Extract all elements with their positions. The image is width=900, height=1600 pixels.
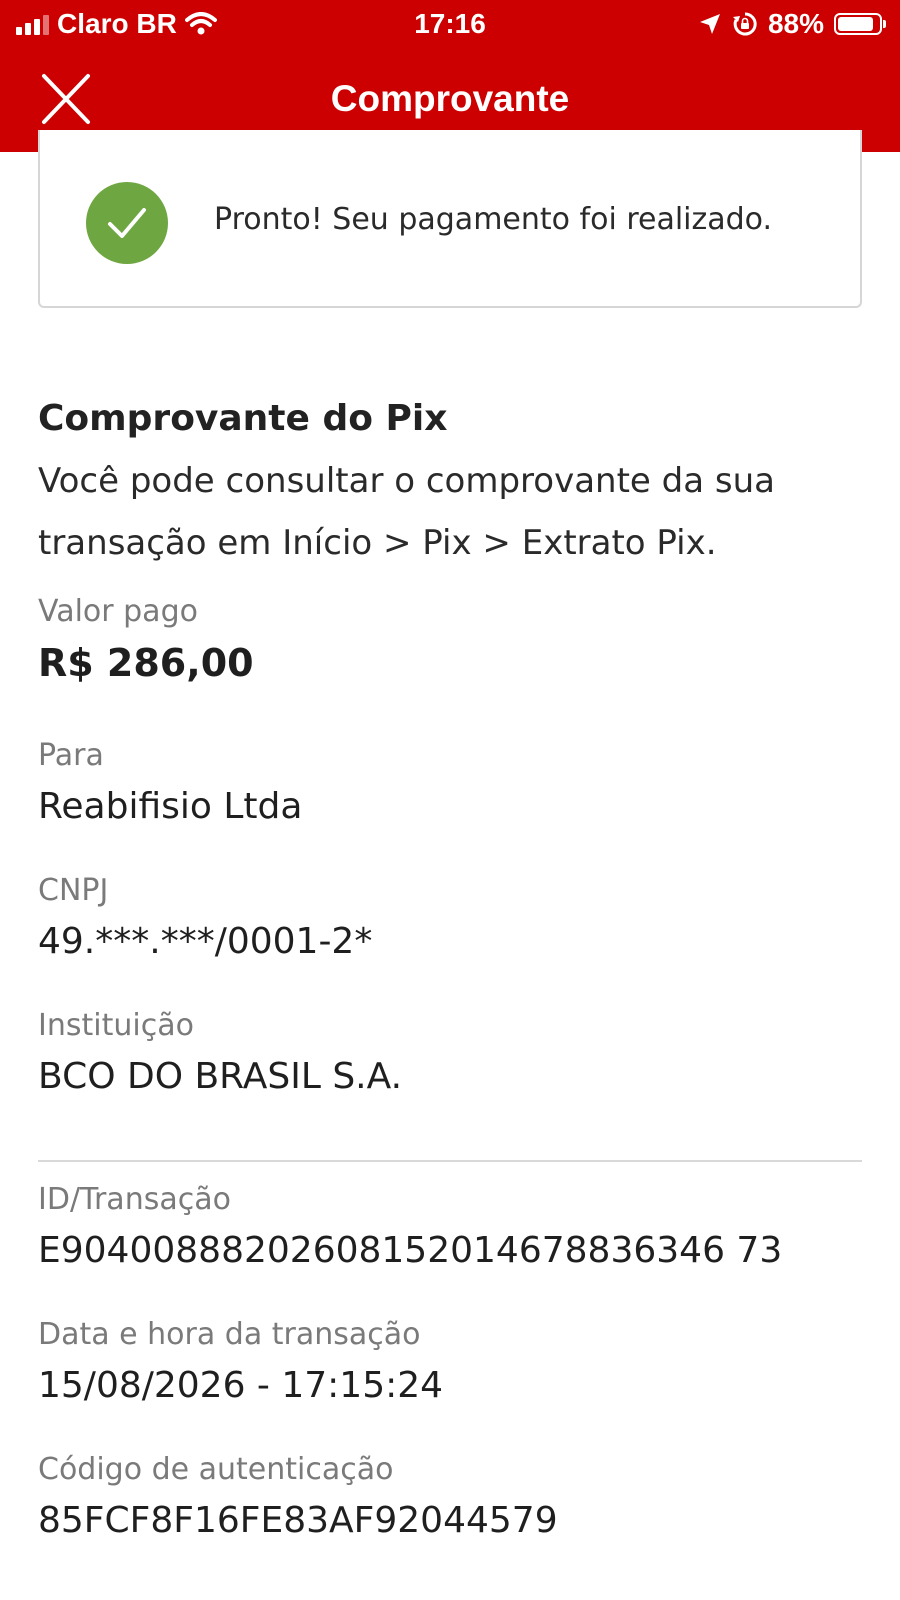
field-cnpj: CNPJ 49.***.***/0001-2*: [38, 871, 372, 967]
receipt-title: Comprovante do Pix: [38, 398, 448, 439]
success-message: Pronto! Seu pagamento foi realizado.: [214, 202, 773, 237]
field-codigo-autenticacao: Código de autenticação 85FCF8F16FE83AF92…: [38, 1450, 558, 1546]
battery-icon: [834, 13, 886, 35]
page-title: Comprovante: [330, 78, 570, 119]
divider: [38, 1160, 862, 1162]
field-valor-pago: Valor pago R$ 286,00: [38, 592, 254, 688]
field-label: ID/Transação: [38, 1182, 231, 1217]
field-label: Data e hora da transação: [38, 1317, 421, 1352]
amount-paid: R$ 286,00: [38, 641, 254, 685]
transaction-datetime: 15/08/2026 - 17:15:24: [38, 1365, 444, 1406]
transaction-id: E90400888202608152014678836346 73: [38, 1230, 783, 1271]
field-label: Valor pago: [38, 594, 198, 629]
field-instituicao: Instituição BCO DO BRASIL S.A.: [38, 1006, 402, 1102]
field-id-transacao: ID/Transação E90400888202608152014678836…: [38, 1180, 782, 1276]
authentication-code: 85FCF8F16FE83AF92044579: [38, 1500, 558, 1541]
receipt-description: Você pode consultar o comprovante da sua…: [38, 461, 775, 563]
field-label: Para: [38, 738, 104, 773]
location-arrow-icon: [699, 14, 720, 34]
battery-percent: 88%: [767, 8, 824, 39]
field-label: Código de autenticação: [38, 1452, 394, 1487]
field-para: Para Reabifisio Ltda: [38, 736, 302, 832]
field-label: CNPJ: [38, 873, 109, 908]
recipient-cnpj: 49.***.***/0001-2*: [38, 921, 373, 962]
field-data-hora: Data e hora da transação 15/08/2026 - 17…: [38, 1315, 443, 1411]
recipient-name: Reabifisio Ltda: [38, 786, 303, 827]
recipient-institution: BCO DO BRASIL S.A.: [38, 1056, 403, 1097]
checkmark-circle-icon: [86, 182, 168, 264]
field-label: Instituição: [38, 1008, 194, 1043]
rotation-lock-icon: [732, 12, 757, 36]
success-banner: Pronto! Seu pagamento foi realizado.: [38, 130, 862, 308]
status-bar-right: 88%: [698, 8, 886, 40]
status-bar: Claro BR 17:16 88%: [0, 0, 900, 50]
